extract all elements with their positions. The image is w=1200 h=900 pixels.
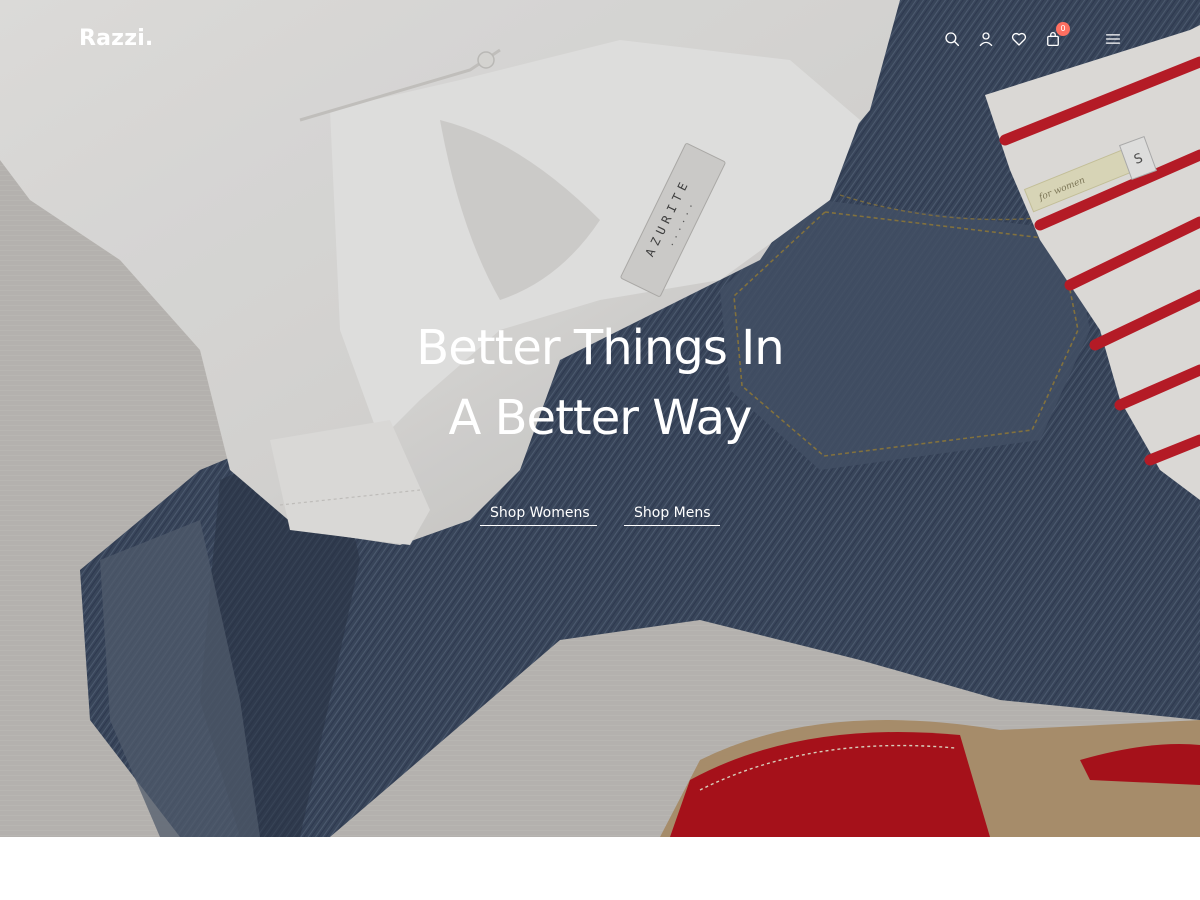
menu-icon[interactable] <box>1102 28 1124 50</box>
search-icon[interactable] <box>941 28 963 50</box>
hero-title: Better Things In A Better Way <box>300 313 900 453</box>
cart-count-badge: 0 <box>1056 22 1070 36</box>
hero-title-line-1: Better Things In <box>416 320 784 376</box>
hero-title-line-2: A Better Way <box>448 390 753 446</box>
shop-mens-link[interactable]: Shop Mens <box>624 505 720 526</box>
shop-womens-link[interactable]: Shop Womens <box>480 505 597 526</box>
page-content-area <box>0 837 1200 900</box>
account-icon[interactable] <box>975 28 997 50</box>
hero-banner: AZURITE • • • • • • for women S Razzi. 0… <box>0 0 1200 837</box>
hero-cta-group: Shop Womens Shop Mens <box>0 505 1200 531</box>
wishlist-icon[interactable] <box>1008 28 1030 50</box>
site-logo[interactable]: Razzi. <box>79 26 154 51</box>
site-header: Razzi. 0 <box>0 0 1200 80</box>
